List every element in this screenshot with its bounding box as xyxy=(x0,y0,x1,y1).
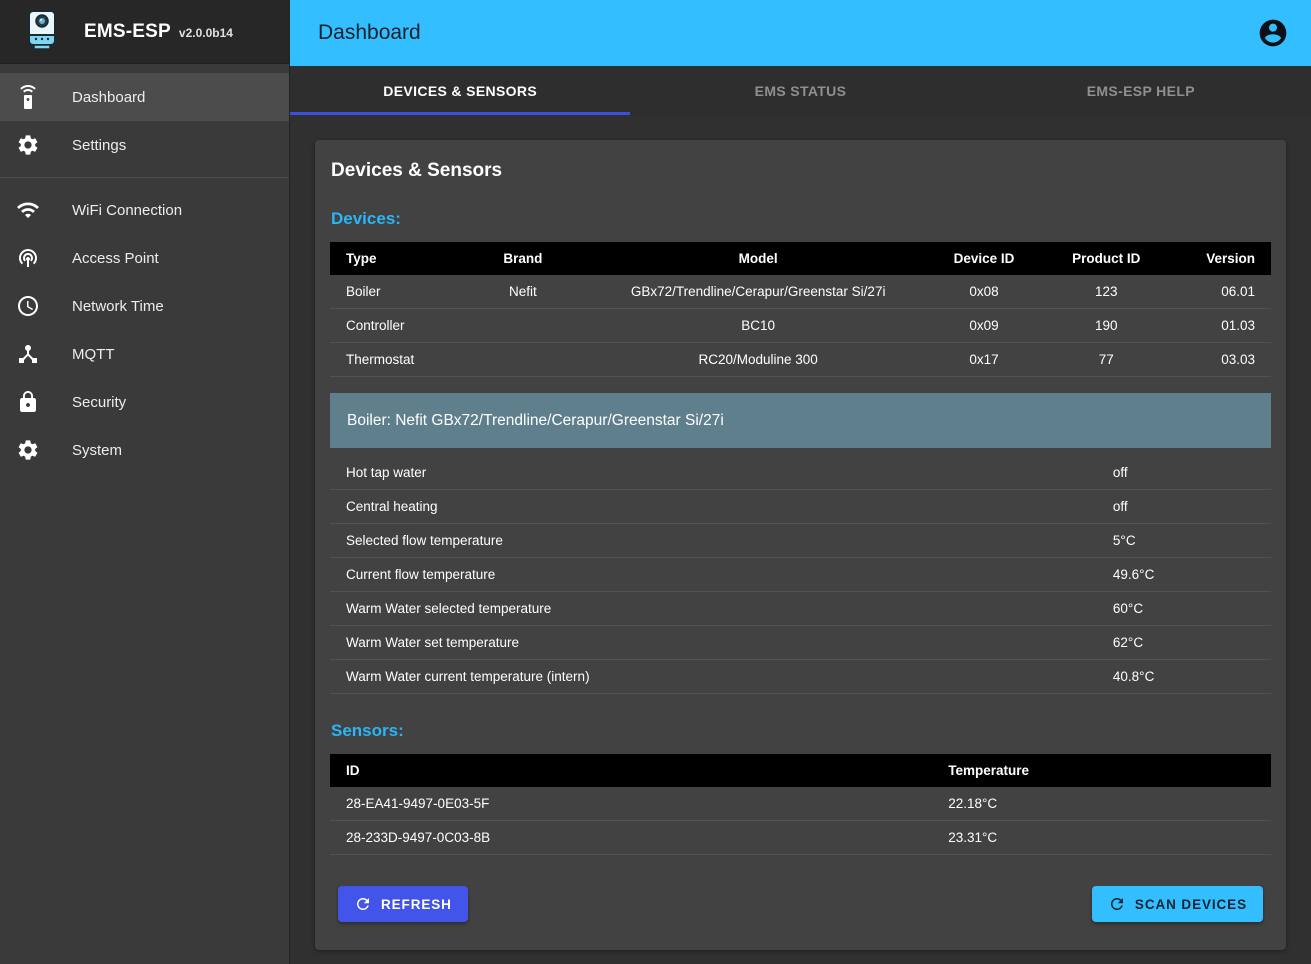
column-header: Product ID xyxy=(1045,242,1167,275)
column-header: ID xyxy=(330,754,932,787)
sidebar-divider xyxy=(0,177,289,178)
column-header: Device ID xyxy=(923,242,1045,275)
sensor-row: 28-EA41-9497-0E03-5F 22.18°C xyxy=(330,787,1271,821)
app-root: EMS-ESP v2.0.0b14 Dashboard Settings xyxy=(0,0,1311,964)
boiler-detail-row: Selected flow temperature 5°C xyxy=(330,524,1271,558)
sidebar-item-network-time[interactable]: Network Time xyxy=(0,282,289,330)
wifi-icon xyxy=(16,198,40,222)
panel-title: Devices & Sensors xyxy=(330,160,1271,182)
boiler-banner: Boiler: Nefit GBx72/Trendline/Cerapur/Gr… xyxy=(330,393,1271,448)
remote-icon xyxy=(16,85,40,109)
page-title: Dashboard xyxy=(318,21,421,45)
column-header: Type xyxy=(330,242,452,275)
boiler-detail-row: Central heating off xyxy=(330,490,1271,524)
sidebar-item-wifi-connection[interactable]: WiFi Connection xyxy=(0,186,289,234)
sidebar-item-label: Settings xyxy=(72,137,126,154)
sensors-table: ID Temperature 28-EA41-9497-0E03-5F 22.1… xyxy=(330,754,1271,855)
device-row-boiler[interactable]: Boiler Nefit GBx72/Trendline/Cerapur/Gre… xyxy=(330,275,1271,309)
sensors-heading: Sensors: xyxy=(330,721,1271,741)
account-circle-icon[interactable] xyxy=(1257,17,1289,49)
scan-devices-button-label: SCAN DEVICES xyxy=(1135,897,1247,912)
sidebar: EMS-ESP v2.0.0b14 Dashboard Settings xyxy=(0,0,290,964)
clock-icon xyxy=(16,294,40,318)
lock-icon xyxy=(16,390,40,414)
devices-table-header-row: Type Brand Model Device ID Product ID Ve… xyxy=(330,242,1271,275)
sidebar-item-label: WiFi Connection xyxy=(72,202,182,219)
boiler-detail-row: Warm Water set temperature 62°C xyxy=(330,626,1271,660)
boiler-details-table: Hot tap water off Central heating off Se… xyxy=(330,456,1271,694)
content-area: Devices & Sensors Devices: Type Brand Mo… xyxy=(290,115,1311,964)
devices-heading: Devices: xyxy=(330,209,1271,229)
column-header: Temperature xyxy=(932,754,1271,787)
sidebar-item-system[interactable]: System xyxy=(0,426,289,474)
sidebar-item-label: Network Time xyxy=(72,298,164,315)
refresh-button[interactable]: REFRESH xyxy=(338,886,468,922)
boiler-detail-row: Warm Water selected temperature 60°C xyxy=(330,592,1271,626)
sidebar-item-access-point[interactable]: Access Point xyxy=(0,234,289,282)
sidebar-item-label: Dashboard xyxy=(72,89,145,106)
sidebar-item-label: Security xyxy=(72,394,126,411)
device-row-controller[interactable]: Controller BC10 0x09 190 01.03 xyxy=(330,309,1271,343)
main-column: Dashboard DEVICES & SENSORS EMS STATUS E… xyxy=(290,0,1311,964)
devices-sensors-panel: Devices & Sensors Devices: Type Brand Mo… xyxy=(315,140,1286,950)
boiler-detail-row: Hot tap water off xyxy=(330,456,1271,490)
sidebar-item-label: System xyxy=(72,442,122,459)
tab-ems-status[interactable]: EMS STATUS xyxy=(630,66,970,115)
appbar: Dashboard xyxy=(290,0,1311,66)
sensor-row: 28-233D-9497-0C03-8B 23.31°C xyxy=(330,821,1271,855)
boiler-detail-row: Warm Water current temperature (intern) … xyxy=(330,660,1271,694)
scan-devices-button[interactable]: SCAN DEVICES xyxy=(1092,886,1263,922)
app-version: v2.0.0b14 xyxy=(179,26,233,40)
devices-table: Type Brand Model Device ID Product ID Ve… xyxy=(330,242,1271,377)
device-hub-icon xyxy=(16,342,40,366)
tab-devices-sensors[interactable]: DEVICES & SENSORS xyxy=(290,66,630,115)
boiler-logo-icon xyxy=(22,9,62,55)
actions-row: REFRESH SCAN DEVICES xyxy=(330,886,1271,922)
sidebar-item-label: MQTT xyxy=(72,346,115,363)
tab-ems-esp-help[interactable]: EMS-ESP HELP xyxy=(971,66,1311,115)
sidebar-item-label: Access Point xyxy=(72,250,159,267)
boiler-detail-row: Current flow temperature 49.6°C xyxy=(330,558,1271,592)
brand: EMS-ESP v2.0.0b14 xyxy=(84,21,233,43)
refresh-button-label: REFRESH xyxy=(381,897,452,912)
column-header: Brand xyxy=(452,242,593,275)
refresh-icon xyxy=(1108,895,1126,913)
sidebar-header: EMS-ESP v2.0.0b14 xyxy=(0,0,289,64)
sidebar-item-dashboard[interactable]: Dashboard xyxy=(0,73,289,121)
sidebar-nav: Dashboard Settings WiFi Connection Acc xyxy=(0,64,289,474)
column-header: Version xyxy=(1167,242,1271,275)
sensors-table-header-row: ID Temperature xyxy=(330,754,1271,787)
sidebar-item-settings[interactable]: Settings xyxy=(0,121,289,169)
column-header: Model xyxy=(593,242,922,275)
gear-icon xyxy=(16,438,40,462)
wifi-tethering-icon xyxy=(16,246,40,270)
tabbar: DEVICES & SENSORS EMS STATUS EMS-ESP HEL… xyxy=(290,66,1311,115)
app-name: EMS-ESP xyxy=(84,21,171,43)
sidebar-item-mqtt[interactable]: MQTT xyxy=(0,330,289,378)
device-row-thermostat[interactable]: Thermostat RC20/Moduline 300 0x17 77 03.… xyxy=(330,343,1271,377)
sidebar-item-security[interactable]: Security xyxy=(0,378,289,426)
gear-icon xyxy=(16,133,40,157)
refresh-icon xyxy=(354,895,372,913)
